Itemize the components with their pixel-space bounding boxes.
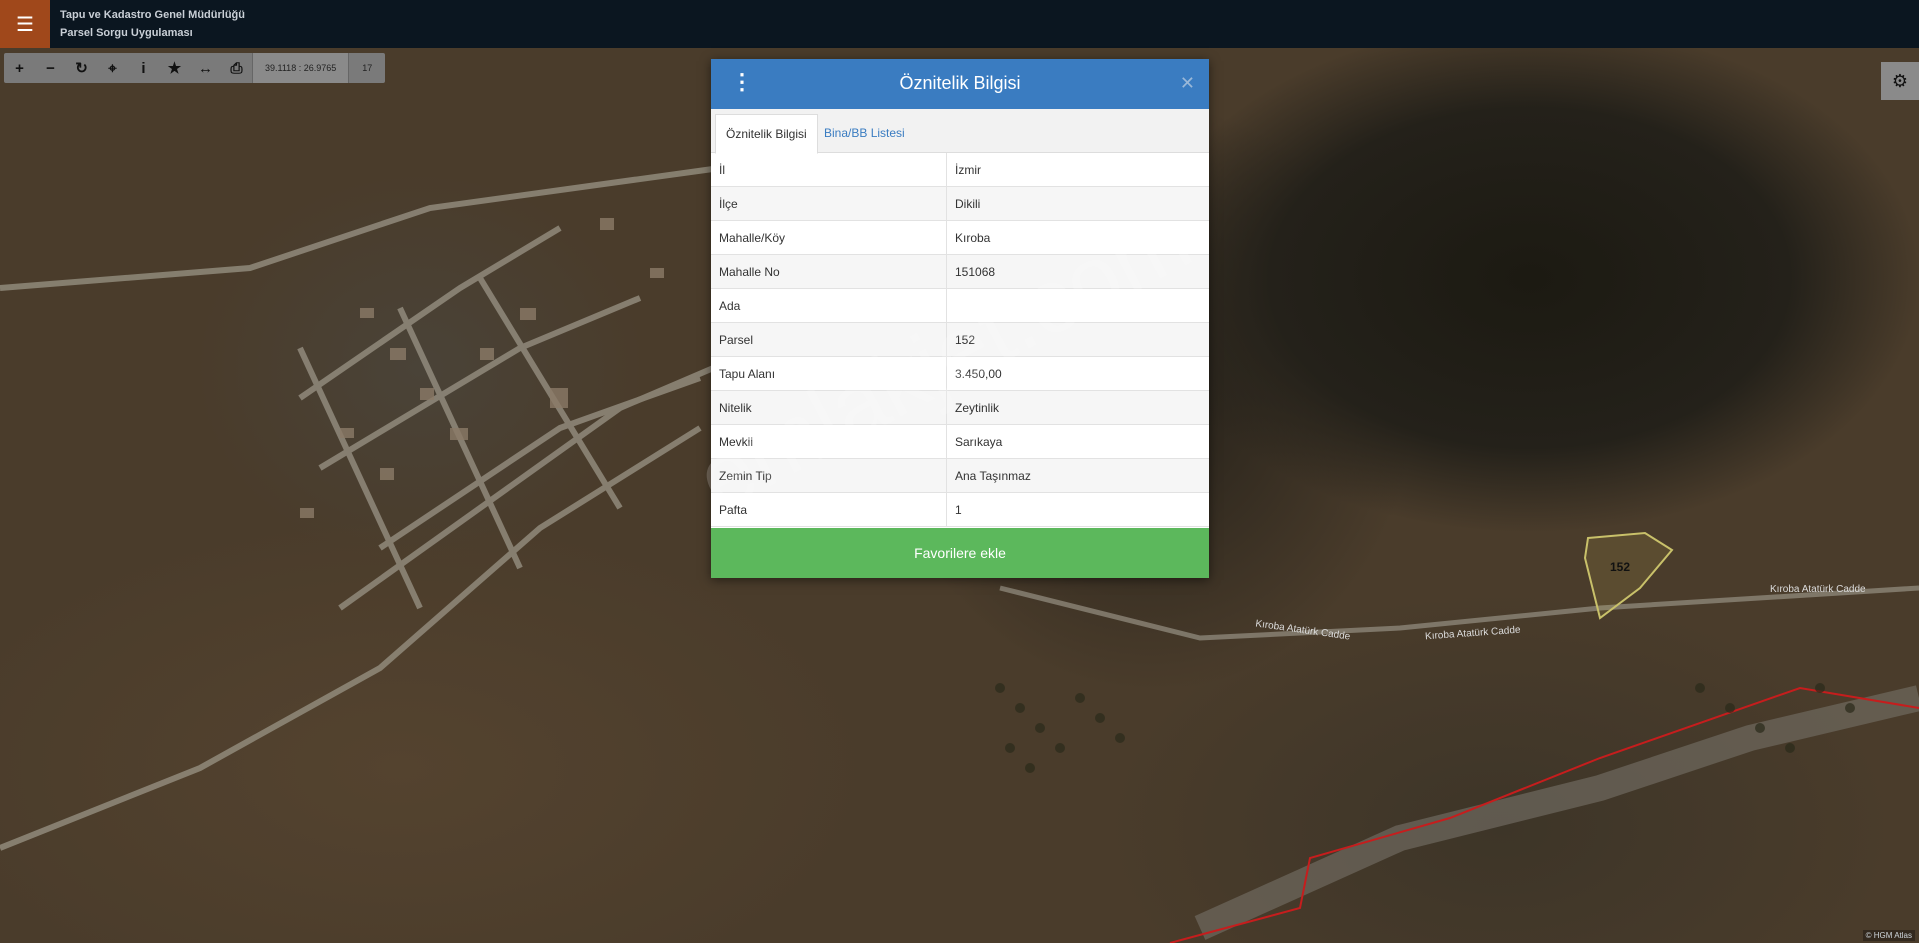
attribute-key: Tapu Alanı	[711, 356, 947, 391]
map-road	[297, 346, 423, 610]
info-button[interactable]: i	[128, 53, 159, 83]
tab-building-list[interactable]: Bina/BB Listesi	[814, 114, 915, 152]
org-name: Tapu ve Kadastro Genel Müdürlüğü	[60, 9, 245, 21]
attribute-key: İl	[711, 153, 947, 187]
table-row: Tapu Alanı 3.450,00	[711, 356, 1209, 391]
favorite-star-icon: ★	[167, 60, 182, 77]
tab-attribute-info[interactable]: Öznitelik Bilgisi	[715, 114, 818, 154]
coordinate-readout: 39.1118 : 26.9765	[252, 53, 349, 83]
map-road	[318, 295, 642, 471]
table-row: İlçe Dikili	[711, 186, 1209, 221]
attribute-value: Dikili	[946, 186, 1209, 221]
table-row: Mevkii Sarıkaya	[711, 424, 1209, 459]
refresh-button[interactable]: ↻	[66, 53, 97, 83]
attribute-dialog: ⋮ Öznitelik Bilgisi ✕ Öznitelik Bilgisi …	[711, 59, 1209, 578]
close-icon[interactable]: ✕	[1180, 73, 1195, 94]
table-row: Parsel 152	[711, 322, 1209, 357]
print-icon: ⎙	[230, 59, 243, 77]
attribute-key: Ada	[711, 288, 947, 323]
table-row: Ada	[711, 288, 1209, 323]
hamburger-menu-button[interactable]: ☰	[0, 0, 50, 48]
add-to-favorites-button[interactable]: Favorilere ekle	[711, 528, 1209, 578]
attribute-value: Kıroba	[946, 220, 1209, 255]
info-icon: i	[141, 59, 146, 77]
dialog-tabs: Öznitelik Bilgisi Bina/BB Listesi	[711, 109, 1209, 154]
app-name: Parsel Sorgu Uygulaması	[60, 27, 193, 39]
attribute-key: Mevkii	[711, 424, 947, 459]
zoom-in-icon: +	[15, 59, 24, 77]
print-button[interactable]: ⎙	[221, 53, 252, 83]
attribute-value: 3.450,00	[946, 356, 1209, 391]
zoom-out-icon: −	[46, 59, 55, 77]
refresh-icon: ↻	[75, 60, 88, 77]
attribute-key: Nitelik	[711, 390, 947, 425]
attribute-value	[946, 288, 1209, 323]
parcel-label: 152	[1610, 560, 1631, 574]
attribute-value: Zeytinlik	[946, 390, 1209, 425]
attribute-key: Zemin Tip	[711, 458, 947, 493]
table-row: Mahalle/Köy Kıroba	[711, 220, 1209, 255]
table-row: İl İzmir	[711, 153, 1209, 187]
attribute-key: Pafta	[711, 492, 947, 527]
attribute-value: 152	[946, 322, 1209, 357]
app-brand: Tapu ve Kadastro Genel Müdürlüğü Parsel …	[60, 6, 245, 42]
attribute-key: Mahalle/Köy	[711, 220, 947, 255]
locate-button[interactable]: ⌖	[97, 53, 128, 83]
dialog-title: Öznitelik Bilgisi	[899, 73, 1021, 93]
map-toolbar: + − ↻ ⌖ i ★ ↔ ⎙ 39.1118 : 26.9765 17	[4, 53, 386, 83]
attribute-value: İzmir	[946, 153, 1209, 187]
zoom-out-button[interactable]: −	[35, 53, 66, 83]
measure-button[interactable]: ↔	[190, 53, 221, 83]
table-row: Mahalle No 151068	[711, 254, 1209, 289]
attribute-value: Sarıkaya	[946, 424, 1209, 459]
favorite-button[interactable]: ★	[159, 53, 190, 83]
table-row: Pafta 1	[711, 492, 1209, 527]
app-header: ☰ Tapu ve Kadastro Genel Müdürlüğü Parse…	[0, 0, 1919, 48]
attribute-table: İl İzmir İlçe Dikili Mahalle/Köy Kıroba Mah…	[711, 153, 1209, 527]
zoom-in-button[interactable]: +	[4, 53, 35, 83]
attribute-value: Ana Taşınmaz	[946, 458, 1209, 493]
table-row: Zemin Tip Ana Taşınmaz	[711, 458, 1209, 493]
settings-button[interactable]: ⚙	[1881, 62, 1919, 100]
locate-icon: ⌖	[108, 59, 117, 77]
map-road	[0, 425, 702, 851]
attribute-key: İlçe	[711, 186, 947, 221]
gear-icon: ⚙	[1891, 70, 1909, 91]
zoom-level-readout: 17	[348, 53, 385, 83]
table-row: Nitelik Zeytinlik	[711, 390, 1209, 425]
dialog-header: ⋮ Öznitelik Bilgisi ✕	[711, 59, 1209, 109]
hamburger-icon: ☰	[16, 13, 34, 36]
map-attribution: © HGM Atlas	[1862, 930, 1915, 941]
attribute-value: 1	[946, 492, 1209, 527]
road-label: Kıroba Atatürk Cadde	[1770, 584, 1866, 595]
measure-icon: ↔	[198, 59, 213, 77]
attribute-value: 151068	[946, 254, 1209, 289]
attribute-key: Parsel	[711, 322, 947, 357]
attribute-key: Mahalle No	[711, 254, 947, 289]
